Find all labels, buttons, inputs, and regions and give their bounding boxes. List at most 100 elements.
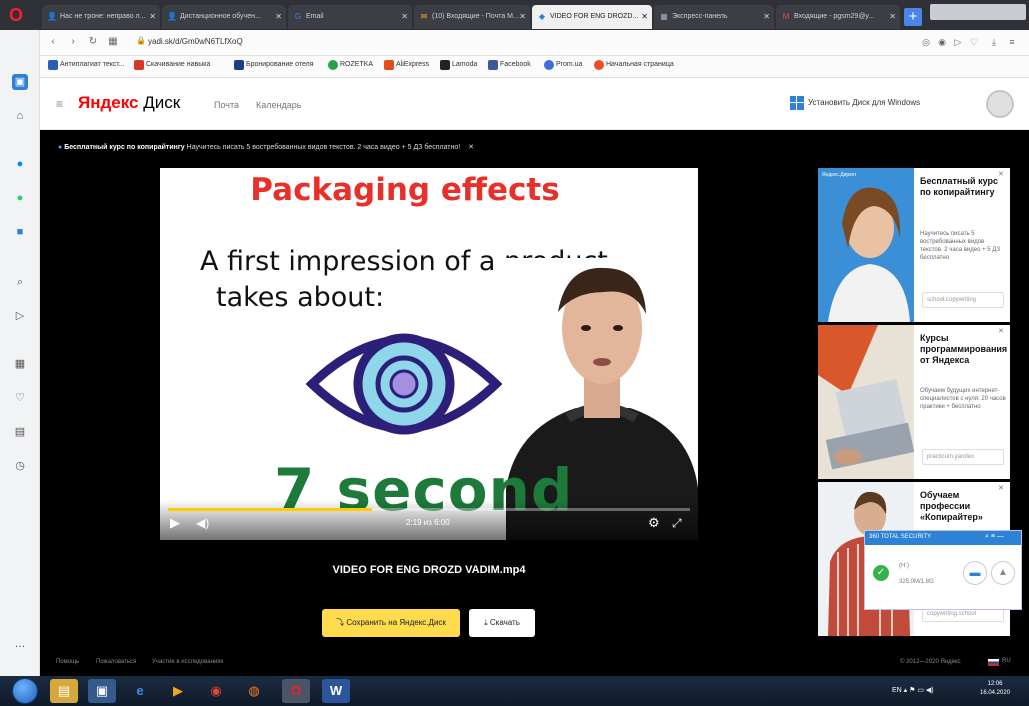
bookmark-3[interactable]: Бронирование отеля — [234, 60, 314, 70]
menu-icon[interactable]: ≡ — [56, 98, 68, 110]
volume-icon[interactable]: ◀) — [196, 515, 212, 531]
tab-2[interactable]: 👤 Дистанционное обучен... ✕ — [162, 5, 286, 29]
close-icon[interactable]: ✕ — [401, 5, 408, 29]
window-controls[interactable] — [930, 4, 1026, 20]
house-icon[interactable]: ⌂ — [12, 108, 28, 124]
nav-calendar-link[interactable]: Календарь — [256, 100, 301, 110]
ad-title: Курсы программирования от Яндекса — [920, 333, 1008, 365]
tab-4[interactable]: ✉ (10) Входящие - Почта М... ✕ — [414, 5, 530, 29]
file-name: VIDEO FOR ENG DROZD VADIM.mp4 — [332, 564, 526, 576]
heart-icon[interactable]: ♡ — [968, 36, 980, 48]
clock-icon[interactable]: ◷ — [12, 458, 28, 474]
eye-illustration — [306, 333, 502, 435]
bookmark-8[interactable]: Prom.ua — [544, 60, 582, 70]
ad-card-1[interactable]: Яндекс.Директ Бесплатный курс по копирай… — [818, 168, 1010, 322]
firefox-icon[interactable]: ◍ — [240, 679, 268, 703]
forward-icon[interactable]: › — [66, 35, 80, 49]
nav-mail-link[interactable]: Почта — [214, 100, 239, 110]
close-icon[interactable]: ✕ — [149, 5, 156, 29]
security-popup[interactable]: 360 TOTAL SECURITY ⌕ ≡ — ✓ (H:) 325.0M/1… — [864, 530, 1022, 610]
bookmark-icon — [48, 60, 58, 70]
bookmark-1[interactable]: Антиплагиат текст... — [48, 60, 125, 70]
tab-6[interactable]: ▦ Экспресс-панель ✕ — [654, 5, 774, 29]
bookmark-4[interactable]: ROZETKA — [328, 60, 373, 70]
close-icon[interactable]: ✕ — [763, 5, 770, 29]
new-tab-button[interactable]: + — [904, 8, 922, 26]
clock[interactable]: 12:06 16.04.2020 — [980, 680, 1010, 698]
close-icon[interactable]: ✕ — [889, 5, 896, 29]
media-icon[interactable]: ▣ — [88, 679, 116, 703]
footer-help-link[interactable]: Помощь — [56, 659, 79, 665]
menu-icon[interactable]: ≡ — [1006, 36, 1018, 48]
security-window-controls[interactable]: ⌕ ≡ — — [985, 533, 1004, 541]
messenger-icon[interactable]: ● — [12, 156, 28, 172]
play-icon[interactable]: ▶ — [170, 515, 186, 531]
video-player[interactable]: Packaging effects A first impression of … — [160, 168, 698, 540]
promo-dot-icon: ● — [58, 144, 63, 151]
tab-1[interactable]: 👤 Нас не троне: неправо л... ✕ — [42, 5, 160, 29]
bookmark-2[interactable]: Скачивание навыка — [134, 60, 210, 70]
yandex-disk-logo[interactable]: Яндекс Диск — [78, 93, 180, 113]
browser-tab-bar: O 👤 Нас не троне: неправо л... ✕ 👤 Дистанци… — [0, 0, 1029, 30]
bookmark-5[interactable]: AliExpress — [384, 60, 429, 70]
chrome-icon[interactable]: ◉ — [202, 679, 230, 703]
opera-icon[interactable]: O — [282, 679, 310, 703]
close-icon[interactable]: ✕ — [519, 5, 526, 29]
ad-card-2[interactable]: Курсы программирования от Яндекса Обучае… — [818, 325, 1010, 479]
more-icon[interactable]: … — [12, 636, 28, 652]
install-windows-link[interactable]: Установить Диск для Windows — [790, 96, 920, 110]
bookmark-9[interactable]: Начальная страница — [594, 60, 674, 70]
reload-icon[interactable]: ↻ — [86, 35, 100, 49]
close-icon[interactable]: ✕ — [998, 484, 1004, 492]
video-progress-bar[interactable] — [168, 508, 690, 511]
user-avatar[interactable] — [986, 90, 1014, 118]
download-icon[interactable]: ⤓ — [988, 36, 1000, 48]
back-icon[interactable]: ‹ — [46, 35, 60, 49]
camera-icon[interactable]: ◎ — [920, 36, 932, 48]
download-button[interactable]: ⤓ Скачать — [469, 609, 535, 637]
save-to-disk-button[interactable]: ⤵ Сохранить на Яндекс.Диск — [322, 609, 460, 637]
vk-icon[interactable]: ■ — [12, 224, 28, 240]
language-switch[interactable]: RU — [988, 658, 1011, 666]
player-icon[interactable]: ▶ — [164, 679, 192, 703]
windows-taskbar: ▤ ▣ e ▶ ◉ ◍ O W EN ▴ ⚑ ▭ ◀) 12:06 16.04.2… — [0, 676, 1029, 706]
tab-3[interactable]: G Email ✕ — [288, 5, 412, 29]
search-icon[interactable]: ⌕ — [12, 274, 28, 290]
fullscreen-icon[interactable]: ⤢ — [672, 515, 688, 531]
tab-7[interactable]: M Входящие - pgsm29@y... ✕ — [776, 5, 900, 29]
close-icon[interactable]: ✕ — [275, 5, 282, 29]
footer-report-link[interactable]: Пожаловаться — [96, 659, 136, 665]
send-icon[interactable]: ▷ — [12, 308, 28, 324]
footer-research-link[interactable]: Участие в исследованиях — [152, 659, 224, 665]
promo-banner[interactable]: ● Бесплатный курс по копирайтингу Научит… — [58, 143, 474, 151]
ad-link[interactable]: practicum.yandex — [922, 449, 1004, 465]
bookmark-icon — [134, 60, 144, 70]
system-tray[interactable]: EN ▴ ⚑ ▭ ◀) — [892, 686, 934, 694]
opera-logo-icon[interactable]: O — [6, 5, 26, 25]
close-icon[interactable]: ✕ — [998, 327, 1004, 335]
history-icon[interactable]: ▤ — [12, 424, 28, 440]
close-icon[interactable]: ✕ — [998, 170, 1004, 178]
ie-icon[interactable]: e — [126, 679, 154, 703]
tab-5-active[interactable]: ◆ VIDEO FOR ENG DROZD... ✕ — [532, 5, 652, 29]
url-field[interactable]: yadi.sk/d/Gm0wN6TLfXoQ — [148, 37, 243, 46]
speed-dial-icon[interactable]: ▦ — [106, 35, 120, 49]
windows-start-button[interactable] — [12, 678, 38, 704]
grid-icon[interactable]: ▦ — [12, 356, 28, 372]
bookmark-7[interactable]: Facebook — [488, 60, 531, 70]
explorer-icon[interactable]: ▤ — [50, 679, 78, 703]
whatsapp-icon[interactable]: ● — [12, 190, 28, 206]
heart-icon[interactable]: ♡ — [12, 390, 28, 406]
word-icon[interactable]: W — [322, 679, 350, 703]
home-icon[interactable]: ▣ — [12, 74, 28, 90]
play-icon[interactable]: ▷ — [952, 36, 964, 48]
vpn-icon[interactable]: ◉ — [936, 36, 948, 48]
folder-icon[interactable]: ▬ — [963, 561, 987, 585]
close-icon[interactable]: ✕ — [468, 144, 474, 151]
ad-link[interactable]: school.copywriting — [922, 292, 1004, 308]
eject-icon[interactable]: ▲ — [991, 561, 1015, 585]
close-icon[interactable]: ✕ — [641, 5, 648, 29]
settings-gear-icon[interactable]: ⚙ — [648, 515, 664, 531]
bookmark-6[interactable]: Lamoda — [440, 60, 477, 70]
promo-text: Научитесь писать 5 востребованных видов … — [186, 144, 461, 151]
